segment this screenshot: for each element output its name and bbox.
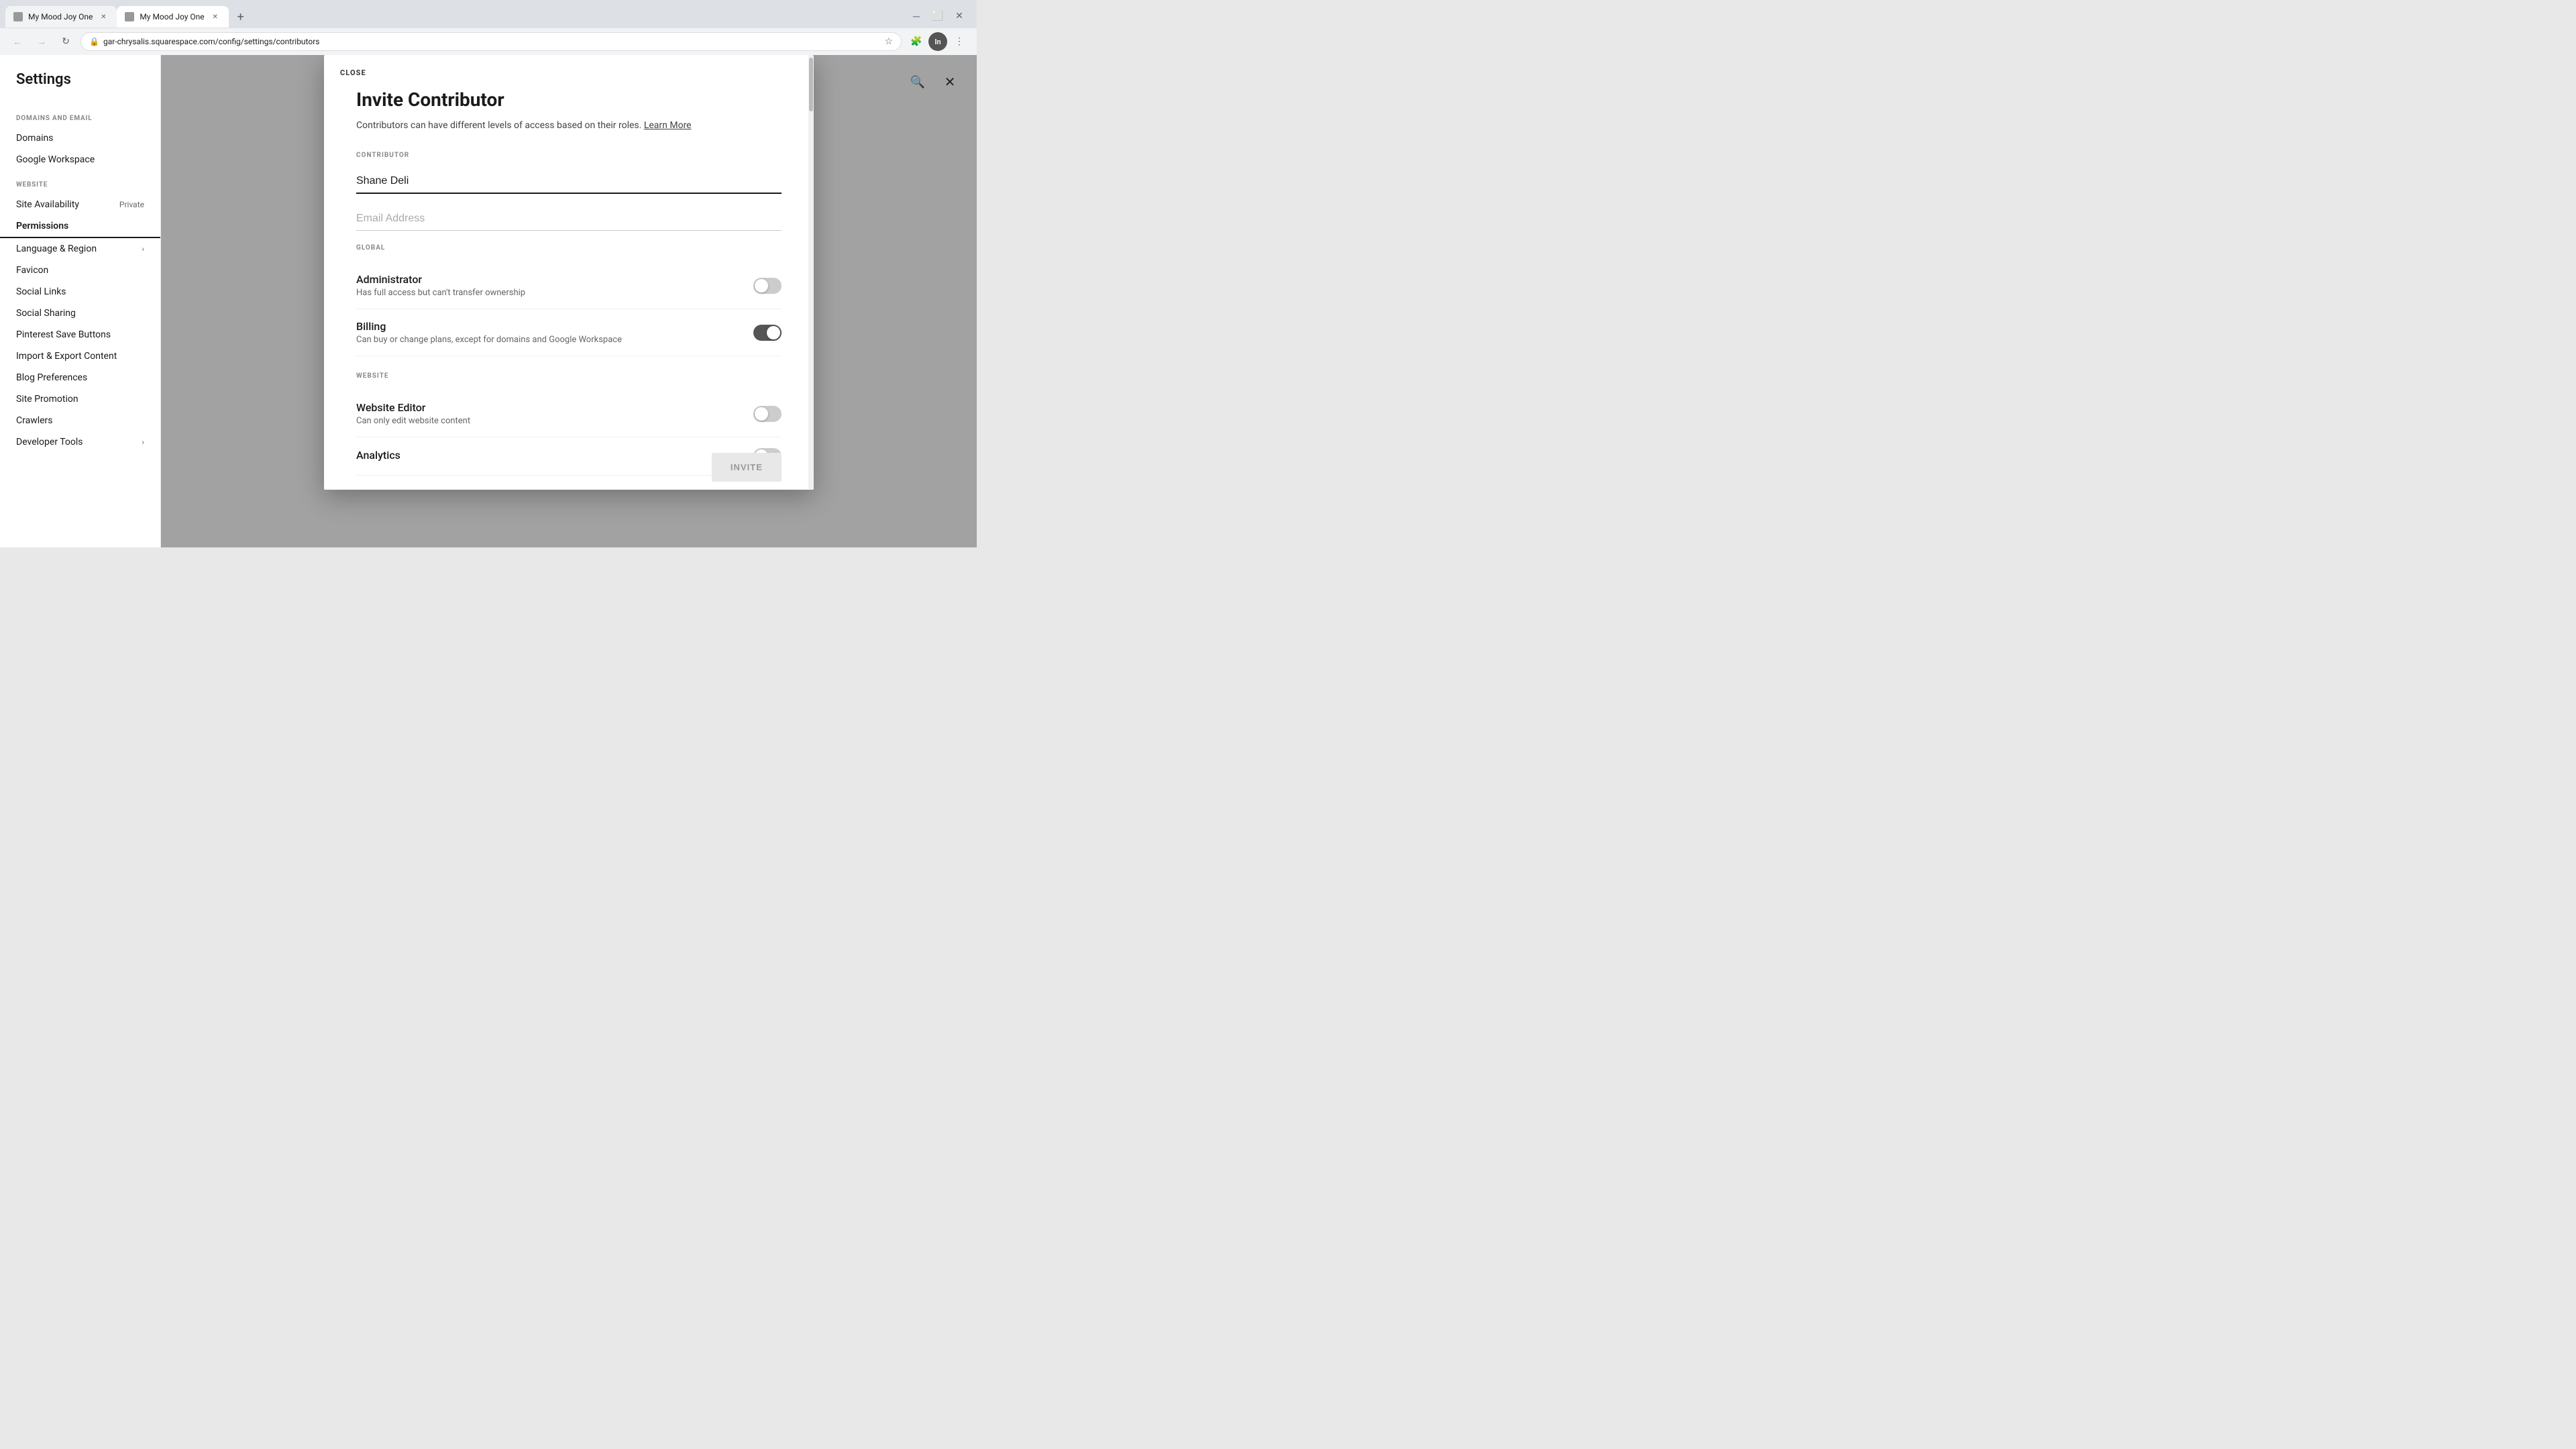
sidebar-item-language-region[interactable]: Language & Region › bbox=[0, 238, 160, 260]
window-close-button[interactable]: ✕ bbox=[950, 7, 969, 25]
section-label-domains: Domains and Email bbox=[0, 104, 160, 127]
website-section-label: WEBSITE bbox=[356, 372, 782, 380]
sidebar-title: Settings bbox=[0, 71, 160, 104]
sidebar-item-social-sharing[interactable]: Social Sharing bbox=[0, 303, 160, 324]
tab-1[interactable]: My Mood Joy One ✕ bbox=[5, 6, 117, 28]
sidebar-item-favicon[interactable]: Favicon bbox=[0, 260, 160, 281]
analytics-label: Analytics bbox=[356, 449, 400, 462]
reload-button[interactable]: ↻ bbox=[56, 32, 75, 51]
lock-icon: 🔒 bbox=[89, 37, 99, 46]
scroll-thumb bbox=[809, 58, 813, 111]
billing-toggle[interactable] bbox=[753, 325, 782, 341]
address-bar[interactable]: 🔒 gar-chrysalis.squarespace.com/config/s… bbox=[80, 32, 902, 51]
sidebar-item-site-promotion[interactable]: Site Promotion bbox=[0, 388, 160, 410]
tab-bar: My Mood Joy One ✕ My Mood Joy One ✕ + ─ … bbox=[0, 0, 977, 28]
sidebar-item-google-workspace[interactable]: Google Workspace bbox=[0, 149, 160, 170]
contributor-name-input[interactable] bbox=[356, 170, 782, 194]
email-field-container bbox=[356, 207, 782, 244]
contributor-email-input[interactable] bbox=[356, 207, 782, 231]
sidebar-item-permissions[interactable]: Permissions bbox=[0, 215, 160, 238]
contributor-section-label: CONTRIBUTOR bbox=[356, 152, 782, 159]
sidebar-item-site-availability[interactable]: Site Availability Private bbox=[0, 194, 160, 215]
menu-button[interactable]: ⋮ bbox=[950, 32, 969, 51]
window-minimize-button[interactable]: ─ bbox=[907, 7, 926, 25]
billing-description: Can buy or change plans, except for doma… bbox=[356, 335, 622, 345]
sidebar-item-pinterest-save-buttons[interactable]: Pinterest Save Buttons bbox=[0, 324, 160, 345]
billing-info: Billing Can buy or change plans, except … bbox=[356, 320, 622, 345]
forward-button[interactable]: → bbox=[32, 32, 51, 51]
website-editor-info: Website Editor Can only edit website con… bbox=[356, 401, 470, 426]
administrator-toggle-knob bbox=[755, 279, 768, 292]
website-editor-description: Can only edit website content bbox=[356, 416, 470, 426]
website-editor-label: Website Editor bbox=[356, 401, 470, 414]
administrator-info: Administrator Has full access but can't … bbox=[356, 273, 525, 298]
tab-1-favicon bbox=[13, 12, 23, 21]
administrator-toggle[interactable] bbox=[753, 278, 782, 294]
sidebar-item-crawlers[interactable]: Crawlers bbox=[0, 410, 160, 431]
modal-scrollbar[interactable] bbox=[808, 55, 814, 490]
modal-overlay: CLOSE Invite Contributor Contributors ca… bbox=[161, 55, 977, 547]
browser-controls: ← → ↻ 🔒 gar-chrysalis.squarespace.com/co… bbox=[0, 28, 977, 55]
tab-2-title: My Mood Joy One bbox=[140, 12, 204, 21]
modal-close-button[interactable]: CLOSE bbox=[324, 55, 382, 77]
modal-description: Contributors can have different levels o… bbox=[356, 119, 782, 133]
tab-2-close[interactable]: ✕ bbox=[210, 11, 221, 22]
sidebar-item-domains[interactable]: Domains bbox=[0, 127, 160, 149]
invite-button[interactable]: INVITE bbox=[712, 453, 782, 482]
tab-2-favicon bbox=[125, 12, 134, 21]
profile-button[interactable]: In bbox=[928, 32, 947, 51]
modal-body: Invite Contributor Contributors can have… bbox=[324, 78, 814, 490]
developer-arrow-icon: › bbox=[142, 437, 144, 447]
tab-2[interactable]: My Mood Joy One ✕ bbox=[117, 6, 228, 28]
name-field-container bbox=[356, 170, 782, 207]
app-container: Settings Domains and Email Domains Googl… bbox=[0, 55, 977, 547]
section-label-website: Website bbox=[0, 170, 160, 194]
website-editor-toggle-row: Website Editor Can only edit website con… bbox=[356, 390, 782, 437]
learn-more-link[interactable]: Learn More bbox=[644, 120, 692, 131]
browser-chrome: My Mood Joy One ✕ My Mood Joy One ✕ + ─ … bbox=[0, 0, 977, 55]
analytics-info: Analytics bbox=[356, 449, 400, 464]
modal-title: Invite Contributor bbox=[356, 89, 782, 111]
site-availability-badge: Private bbox=[119, 200, 144, 209]
website-editor-toggle-knob bbox=[755, 407, 768, 421]
administrator-toggle-row: Administrator Has full access but can't … bbox=[356, 262, 782, 309]
extensions-button[interactable]: 🧩 bbox=[907, 32, 926, 51]
new-tab-button[interactable]: + bbox=[231, 7, 250, 26]
invite-contributor-modal: CLOSE Invite Contributor Contributors ca… bbox=[324, 55, 814, 490]
website-editor-toggle[interactable] bbox=[753, 406, 782, 422]
sidebar-item-blog-preferences[interactable]: Blog Preferences bbox=[0, 367, 160, 388]
back-button[interactable]: ← bbox=[8, 32, 27, 51]
tab-1-close[interactable]: ✕ bbox=[98, 11, 109, 22]
global-section-label: GLOBAL bbox=[356, 244, 782, 252]
language-arrow-icon: › bbox=[142, 244, 144, 254]
sidebar-item-developer-tools[interactable]: Developer Tools › bbox=[0, 431, 160, 453]
tab-1-title: My Mood Joy One bbox=[28, 12, 93, 21]
window-controls: ─ ⬜ ✕ bbox=[907, 7, 969, 25]
billing-toggle-row: Billing Can buy or change plans, except … bbox=[356, 309, 782, 356]
bookmark-icon[interactable]: ☆ bbox=[884, 36, 893, 47]
main-content: 🔍 ✕ CLOSE Invite Contributor Contributor… bbox=[161, 55, 977, 547]
billing-label: Billing bbox=[356, 320, 622, 333]
sidebar-item-social-links[interactable]: Social Links bbox=[0, 281, 160, 303]
url-text: gar-chrysalis.squarespace.com/config/set… bbox=[103, 37, 880, 46]
sidebar: Settings Domains and Email Domains Googl… bbox=[0, 55, 161, 547]
administrator-description: Has full access but can't transfer owner… bbox=[356, 288, 525, 298]
browser-actions: 🧩 In ⋮ bbox=[907, 32, 969, 51]
administrator-label: Administrator bbox=[356, 273, 525, 286]
sidebar-item-import-export[interactable]: Import & Export Content bbox=[0, 345, 160, 367]
billing-toggle-knob bbox=[767, 326, 780, 339]
window-maximize-button[interactable]: ⬜ bbox=[928, 7, 947, 25]
